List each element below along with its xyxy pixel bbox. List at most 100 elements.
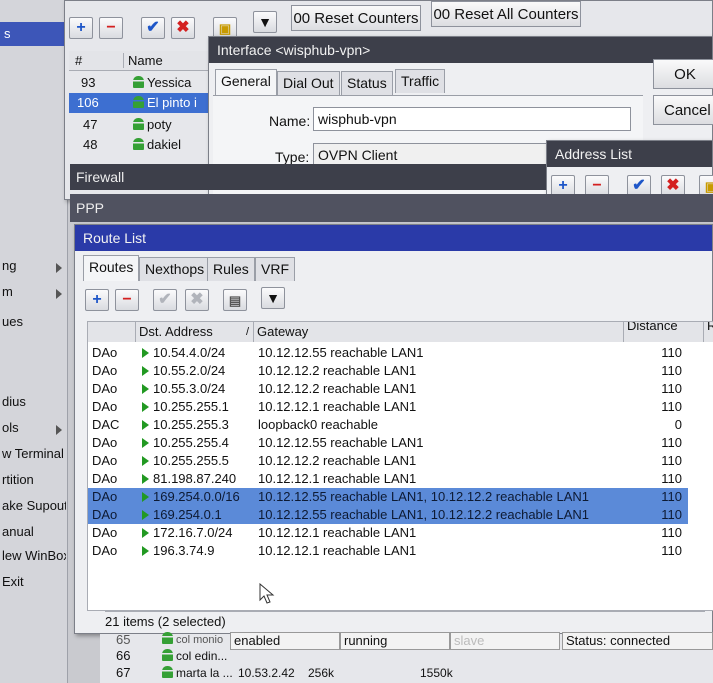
sidebar-item-manual[interactable]: anual: [0, 524, 66, 544]
col-r-header[interactable]: R: [704, 322, 713, 342]
add-route-button[interactable]: +: [85, 289, 109, 311]
reset-all-counters-button[interactable]: 00 Reset All Counters: [431, 1, 581, 27]
sidebar-item-routing[interactable]: ng: [0, 258, 66, 278]
col-dst-address-header[interactable]: Dst. Address /: [136, 322, 254, 342]
sidebar-item-queues[interactable]: ues: [0, 314, 66, 334]
filter-button[interactable]: ▼: [253, 11, 277, 33]
table-row[interactable]: DAo 10.54.4.0/24 10.12.12.55 reachable LAN…: [88, 344, 688, 362]
route-flags: DAo: [92, 435, 118, 450]
disable-button[interactable]: ✖: [171, 17, 195, 39]
enable-route-button[interactable]: ✔: [153, 289, 177, 311]
user-icon: [133, 118, 144, 130]
table-row[interactable]: DAo 169.254.0.1 10.12.12.55 reachable LAN1…: [88, 506, 688, 524]
routes-table: Dst. Address/ Gateway Distance R DAo 10.5…: [87, 321, 713, 611]
sidebar-item-exit[interactable]: Exit: [0, 574, 66, 594]
table-row[interactable]: DAo 10.55.2.0/24 10.12.12.2 reachable LAN1…: [88, 362, 688, 380]
route-active-icon: [142, 492, 149, 502]
sidebar-item-tools[interactable]: ols: [0, 420, 66, 440]
name-field[interactable]: wisphub-vpn: [313, 107, 631, 131]
window-title: Address List: [555, 146, 633, 162]
cancel-button[interactable]: Cancel: [653, 95, 713, 125]
route-distance: 110: [661, 525, 682, 540]
sidebar-item-system[interactable]: m: [0, 284, 66, 304]
ppp-window-titlebar[interactable]: PPP: [70, 194, 713, 222]
route-list-titlebar[interactable]: Route List: [75, 225, 712, 251]
list-item[interactable]: 67 marta la ... 10.53.2.42 256k 1550k: [100, 663, 713, 683]
list-item[interactable]: 48 dakiel: [69, 135, 209, 155]
sidebar-selected-item[interactable]: s: [0, 22, 68, 46]
enable-button[interactable]: ✔: [141, 17, 165, 39]
table-row[interactable]: DAo 10.255.255.5 10.12.12.2 reachable LAN1…: [88, 452, 688, 470]
interface-window-titlebar[interactable]: Interface <wisphub-vpn>: [209, 37, 712, 63]
sidebar-item-new-terminal[interactable]: w Terminal: [0, 446, 66, 466]
user-icon: [133, 138, 144, 150]
address-list-titlebar[interactable]: Address List: [547, 141, 712, 167]
route-dst-address: 10.55.3.0/24: [142, 380, 254, 398]
tab-nexthops[interactable]: Nexthops: [139, 257, 211, 281]
route-dst-address: 172.16.7.0/24: [142, 524, 254, 542]
route-distance: 110: [661, 363, 682, 378]
table-row[interactable]: DAo 169.254.0.0/16 10.12.12.55 reachable L…: [88, 488, 688, 506]
routes-table-body: DAo 10.54.4.0/24 10.12.12.55 reachable LAN…: [88, 344, 713, 604]
table-row[interactable]: DAo 81.198.87.240 10.12.12.1 reachable LAN…: [88, 470, 688, 488]
tab-traffic[interactable]: Traffic: [395, 69, 446, 93]
list-item-selected[interactable]: 106 El pinto i: [69, 93, 209, 113]
tab-status[interactable]: Status: [341, 71, 393, 95]
disable-route-button[interactable]: ✖: [185, 289, 209, 311]
tab-dial-out[interactable]: Dial Out: [277, 71, 340, 95]
firewall-window-titlebar[interactable]: Firewall: [70, 164, 546, 190]
table-row[interactable]: DAo 10.55.3.0/24 10.12.12.2 reachable LAN1…: [88, 380, 688, 398]
table-row[interactable]: DAC 10.255.255.3 loopback0 reachable 0: [88, 416, 688, 434]
reset-counters-button[interactable]: 00 Reset Counters: [291, 5, 421, 31]
filter-button[interactable]: ▼: [261, 287, 285, 309]
bottom-list-window: 65 col monio enabled running slave Statu…: [100, 632, 713, 683]
col-flags-header[interactable]: [88, 322, 136, 342]
comment-icon: ▤: [228, 292, 242, 308]
route-dst-address: 10.55.2.0/24: [142, 362, 254, 380]
route-gateway: 10.12.12.1 reachable LAN1: [258, 543, 417, 558]
route-dst-address: 169.254.0.0/16: [142, 488, 254, 506]
route-dst-address: 10.54.4.0/24: [142, 344, 254, 362]
route-dst-address: 10.255.255.3: [142, 416, 254, 434]
remove-route-button[interactable]: −: [115, 289, 139, 311]
ok-button[interactable]: OK: [653, 59, 713, 89]
comment-button[interactable]: ▤: [223, 289, 247, 311]
tab-vrf[interactable]: VRF: [255, 257, 295, 281]
tab-rules[interactable]: Rules: [207, 257, 255, 281]
table-row[interactable]: DAo 196.3.74.9 10.12.12.1 reachable LAN1 11…: [88, 542, 688, 560]
submenu-arrow-icon: [56, 289, 62, 299]
filter-icon: ▼: [266, 290, 280, 306]
plus-icon: +: [92, 291, 102, 308]
tab-routes[interactable]: Routes: [83, 255, 140, 281]
add-button[interactable]: +: [69, 17, 93, 39]
sort-indicator-icon: /: [245, 326, 249, 338]
table-row[interactable]: DAo 10.255.255.1 10.12.12.1 reachable LAN1…: [88, 398, 688, 416]
route-distance: 110: [661, 345, 682, 360]
tab-general[interactable]: General: [215, 69, 277, 95]
table-row[interactable]: DAo 172.16.7.0/24 10.12.12.1 reachable LAN…: [88, 524, 688, 542]
user-icon: [162, 649, 173, 661]
name-label: Name:: [269, 113, 311, 129]
x-icon: ✖: [666, 177, 680, 194]
type-label: Type:: [275, 149, 310, 165]
list-item[interactable]: 93 Yessica: [69, 73, 209, 93]
sidebar-item-new-winbox[interactable]: lew WinBox: [0, 548, 66, 568]
route-flags: DAo: [92, 489, 118, 504]
route-dst-address: 169.254.0.1: [142, 506, 254, 524]
window-title: Firewall: [76, 169, 125, 185]
route-gateway: 10.12.12.55 reachable LAN1: [258, 345, 424, 360]
sidebar-item-make-supout[interactable]: ake Supout.rif: [0, 498, 66, 518]
table-row[interactable]: DAo 10.255.255.4 10.12.12.55 reachable LAN…: [88, 434, 688, 452]
check-icon: ✔: [632, 177, 646, 194]
minus-icon: −: [122, 291, 132, 308]
list-item[interactable]: 47 poty: [69, 115, 209, 135]
route-gateway: 10.12.12.2 reachable LAN1: [258, 453, 417, 468]
col-distance-header[interactable]: Distance: [624, 322, 704, 342]
sidebar-item-radius[interactable]: dius: [0, 394, 66, 414]
route-active-icon: [142, 438, 149, 448]
col-gateway-header[interactable]: Gateway: [254, 322, 624, 342]
sidebar-item-partition[interactable]: rtition: [0, 472, 66, 492]
route-dst-address: 10.255.255.4: [142, 434, 254, 452]
remove-button[interactable]: −: [99, 17, 123, 39]
route-flags: DAo: [92, 543, 118, 558]
